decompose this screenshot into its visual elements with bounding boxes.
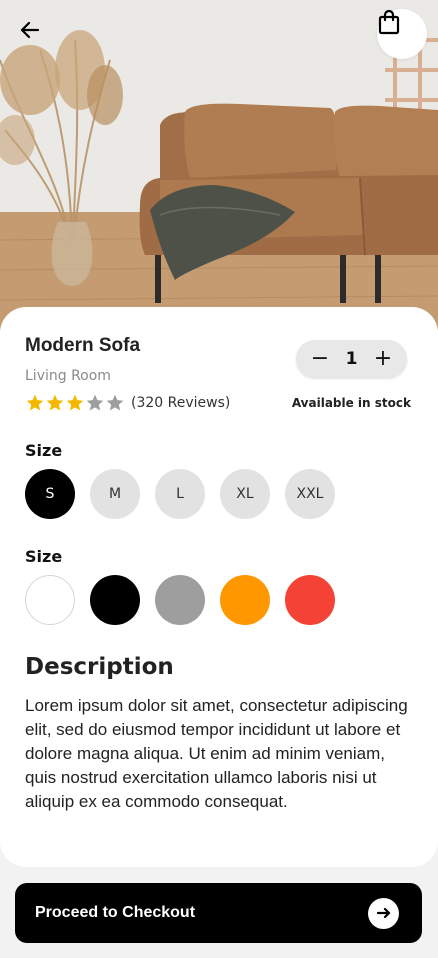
reviews-count[interactable]: (320 Reviews): [131, 395, 230, 411]
arrow-left-icon: [20, 21, 40, 39]
product-title: Modern Sofa: [25, 335, 141, 356]
rating-stars: [25, 393, 125, 413]
color-option-4[interactable]: [220, 575, 270, 625]
product-category: Living Room: [25, 368, 111, 384]
checkout-label: Proceed to Checkout: [35, 904, 196, 921]
size-option-s[interactable]: S: [25, 469, 75, 519]
decrease-quantity-button[interactable]: −: [310, 340, 330, 378]
shopping-bag-icon: [378, 9, 400, 35]
product-rating: (320 Reviews): [25, 393, 230, 413]
stock-status: Available in stock: [291, 396, 411, 410]
sofa-photo: [0, 0, 438, 330]
color-options: [25, 575, 335, 625]
description-text: Lorem ipsum dolor sit amet, consectetur …: [25, 696, 408, 811]
back-button[interactable]: [18, 18, 52, 52]
size-option-xxl[interactable]: XXL: [285, 469, 335, 519]
color-option-1[interactable]: [25, 575, 75, 625]
size-option-xl[interactable]: XL: [220, 469, 270, 519]
proceed-to-checkout-button[interactable]: Proceed to Checkout: [15, 883, 422, 943]
arrow-right-icon: [368, 897, 399, 929]
color-option-2[interactable]: [90, 575, 140, 625]
quantity-stepper: − 1 +: [296, 340, 407, 378]
quantity-value: 1: [345, 349, 358, 369]
description-title: Description: [25, 654, 174, 680]
star-icon: [45, 393, 65, 413]
color-option-5[interactable]: [285, 575, 335, 625]
star-icon: [65, 393, 85, 413]
size-label: Size: [25, 441, 63, 460]
size-option-l[interactable]: L: [155, 469, 205, 519]
cart-button[interactable]: [377, 9, 427, 59]
star-icon: [105, 393, 125, 413]
color-label: Size: [25, 547, 63, 566]
star-icon: [25, 393, 45, 413]
size-option-m[interactable]: M: [90, 469, 140, 519]
increase-quantity-button[interactable]: +: [373, 340, 393, 378]
product-details-card: Modern Sofa Living Room (320 Reviews) − …: [0, 307, 438, 867]
size-options: S M L XL XXL: [25, 469, 335, 519]
color-option-3[interactable]: [155, 575, 205, 625]
star-icon: [85, 393, 105, 413]
product-image: [0, 0, 438, 330]
